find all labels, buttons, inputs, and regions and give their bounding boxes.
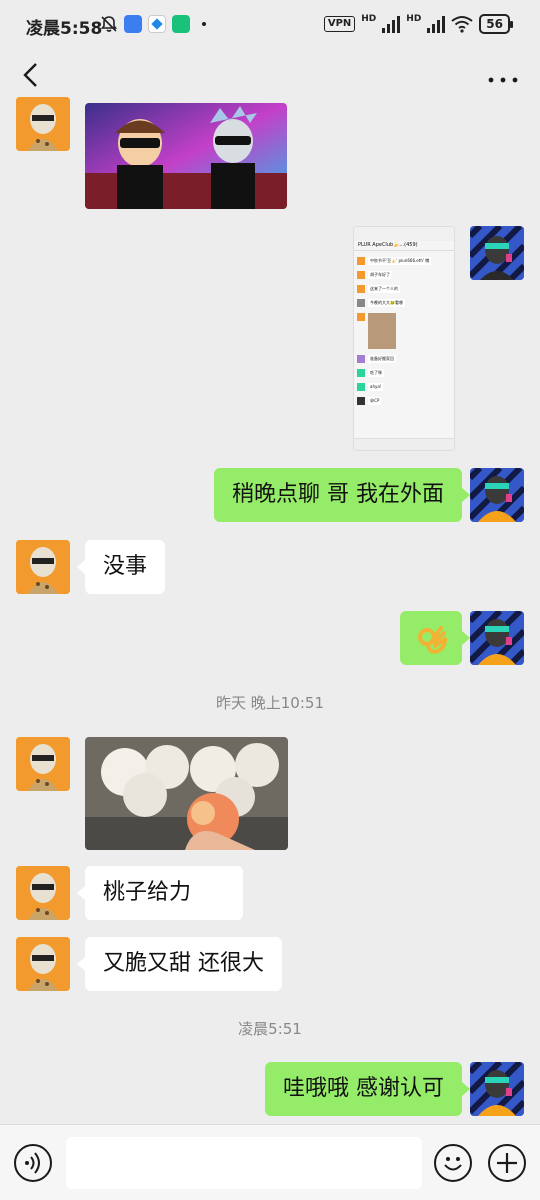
screenshot-line: 今晚的大大🐸看哪 — [368, 299, 405, 307]
screenshot-line: 准备好搬家回 — [368, 355, 396, 363]
chat-image-cartoon[interactable] — [85, 103, 287, 209]
plus-icon — [497, 1153, 517, 1173]
emoji-button[interactable] — [434, 1144, 472, 1182]
ape-avatar-icon — [16, 937, 70, 991]
more-dots-icon[interactable] — [486, 60, 520, 90]
chevron-left-icon[interactable] — [18, 60, 48, 90]
screenshot-line: 😁CP — [368, 397, 382, 405]
message-bubble-received[interactable]: 又脆又甜 还很大 — [77, 937, 282, 991]
message-input[interactable] — [66, 1137, 422, 1189]
avatar-contact[interactable] — [16, 866, 70, 920]
chat-nav-bar — [0, 52, 540, 102]
voice-button[interactable] — [14, 1144, 52, 1182]
voice-icon — [25, 1152, 40, 1174]
app-icon-shield — [172, 15, 190, 33]
status-notification-icons — [100, 15, 206, 33]
screenshot-line: 胡子车好了 — [368, 271, 392, 279]
screenshot-photo — [368, 313, 396, 349]
message-bubble-received[interactable]: 桃子给力 — [76, 866, 244, 920]
signal-icon — [382, 15, 401, 33]
network-label-1: HD — [361, 14, 377, 24]
message-bubble-emoji[interactable] — [400, 611, 470, 665]
ape-avatar-icon — [470, 468, 524, 522]
app-icon-diamond — [148, 15, 166, 33]
network-label-2: HD — [406, 14, 422, 24]
dot-icon — [202, 22, 206, 26]
screenshot-inputbar — [354, 438, 454, 450]
ape-avatar-icon — [470, 226, 524, 280]
screenshot-line: 吃了咪 — [368, 369, 384, 377]
avatar-contact[interactable] — [16, 737, 70, 791]
message-bubble-received[interactable]: 没事 — [76, 540, 166, 594]
screenshot-title: PLUR ApeClub🍌...(459) — [354, 241, 454, 251]
ok-hand-icon — [418, 626, 447, 654]
avatar-self[interactable] — [470, 1062, 524, 1116]
avatar-contact[interactable] — [16, 540, 70, 594]
ape-avatar-icon — [16, 540, 70, 594]
screenshot-message-list: 中秋节不'豆🍌' pluri666.eth' 瞧 胡子车好了 这来了一个人的 今… — [357, 257, 451, 411]
more-functions-button[interactable] — [488, 1144, 526, 1182]
ape-avatar-icon — [16, 97, 70, 151]
chat-timestamp: 凌晨5:51 — [238, 1020, 302, 1038]
avatar-self[interactable] — [470, 226, 524, 280]
chat-image-screenshot[interactable]: PLUR ApeClub🍌...(459) 中秋节不'豆🍌' pluri666.… — [353, 226, 455, 451]
chat-timestamp: 昨天 晚上10:51 — [216, 694, 324, 712]
status-system-icons: VPN HD HD 56 — [323, 14, 513, 34]
ape-avatar-icon — [470, 611, 524, 665]
wifi-icon — [451, 16, 473, 33]
screenshot-line: 中秋节不'豆🍌' pluri666.eth' 瞧 — [368, 257, 432, 265]
screenshot-statusbar — [354, 227, 454, 241]
ape-avatar-icon — [470, 1062, 524, 1116]
message-bubble-sent[interactable]: 稍晚点聊 哥 我在外面 — [214, 468, 470, 522]
chat-image-peach[interactable] — [85, 737, 288, 850]
avatar-contact[interactable] — [16, 937, 70, 991]
message-bubble-sent[interactable]: 哇哦哦 感谢认可 — [265, 1062, 470, 1116]
screenshot-line: ahya! — [368, 383, 384, 391]
ape-avatar-icon — [16, 866, 70, 920]
app-icon-blue — [124, 15, 142, 33]
emoji-icon — [444, 1157, 462, 1171]
status-time: 凌晨5:58 — [26, 19, 103, 39]
avatar-self[interactable] — [470, 611, 524, 665]
ape-avatar-icon — [16, 737, 70, 791]
avatar-contact[interactable] — [16, 97, 70, 151]
vpn-badge: VPN — [323, 16, 356, 32]
chat-input-bar — [0, 1124, 540, 1200]
status-bar: 凌晨5:58 VPN HD HD 56 — [0, 0, 540, 52]
avatar-self[interactable] — [470, 468, 524, 522]
battery-indicator: 56 — [479, 14, 513, 34]
signal-icon-2 — [427, 15, 446, 33]
screenshot-line: 这来了一个人的 — [368, 285, 400, 293]
bell-off-icon — [100, 16, 118, 32]
